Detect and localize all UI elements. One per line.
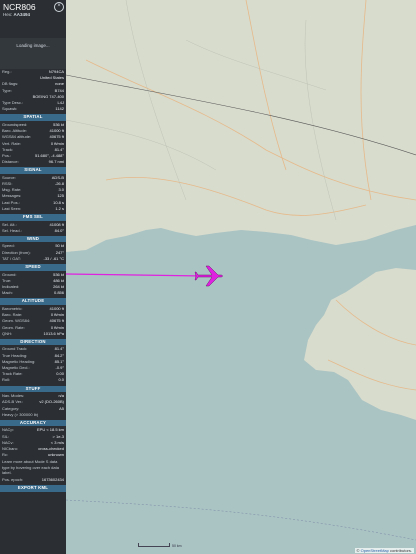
section-header-fms-sel[interactable]: FMS SEL <box>0 214 66 221</box>
map-attribution: © OpenStreetMap contributors. <box>354 548 414 553</box>
section-header-stuff[interactable]: STUFF <box>0 385 66 393</box>
detail-value: 1.2 s <box>55 205 64 211</box>
section-header-signal[interactable]: SIGNAL <box>0 167 66 174</box>
pos-epoch-label: Pos. epoch: <box>2 476 24 482</box>
section-header-altitude[interactable]: ALTITUDE <box>0 298 66 305</box>
detail-label: QNH: <box>2 330 12 336</box>
hex-line: Hex: AA3494 <box>3 12 63 17</box>
panel-header: NCR806 Hex: AA3494 × <box>0 0 66 38</box>
detail-label: Mach: <box>2 290 13 296</box>
detail-value: A5 <box>59 405 64 411</box>
scale-label: 50 km <box>172 544 182 548</box>
map-canvas[interactable] <box>65 0 416 554</box>
attribution-suffix: contributors. <box>389 548 412 553</box>
detail-label: Heavy (> 300000 lb) <box>2 411 39 417</box>
pos-epoch-value: 1673602434 <box>41 476 64 482</box>
info-block: Reg.: N794CA United States DB flags: none Typ… <box>0 69 66 112</box>
close-icon[interactable]: × <box>54 2 64 12</box>
details-sections: SPATIAL Groundspeed: 536 kt Baro. Altitude:… <box>0 114 66 458</box>
detail-label: Rc: <box>2 452 8 458</box>
help-note: Learn more about Mode S data type by hov… <box>2 459 59 476</box>
detail-value: 84.0° <box>54 227 64 233</box>
detail-row: TAT / OAT: -33 / -61 °C <box>0 256 66 262</box>
section-header-speed[interactable]: SPEED <box>0 264 66 271</box>
detail-label: Distance: <box>2 159 19 165</box>
detail-row: Distance: 96.7 nmi <box>0 159 66 165</box>
detail-label: Type: <box>2 87 12 93</box>
detail-label: TAT / OAT: <box>2 255 21 261</box>
detail-value: 0.0 <box>58 377 64 383</box>
scale-bar-line <box>138 543 170 547</box>
detail-label: Roll: <box>2 377 11 383</box>
detail-value: 1013.6 hPa <box>43 330 64 336</box>
attribution-prefix: © <box>356 548 360 553</box>
scale-bar: 50 km <box>138 543 182 548</box>
export-kml-button[interactable]: EXPORT KML <box>0 485 66 492</box>
detail-label: Sel. Head.: <box>2 227 22 233</box>
osm-link[interactable]: OpenStreetMap <box>361 548 389 553</box>
hex-code: AA3494 <box>13 12 31 17</box>
aircraft-info-panel: NCR806 Hex: AA3494 × Loading image... Re… <box>0 0 66 554</box>
detail-value: -33 / -61 °C <box>43 255 65 261</box>
detail-row: Squawk: 1142 <box>0 106 66 112</box>
detail-label: Reg.: <box>2 69 12 74</box>
detail-row: Mach: 0.856 <box>0 290 66 296</box>
section-header-spatial[interactable]: SPATIAL <box>0 114 66 121</box>
detail-value: 96.7 nmi <box>48 159 64 165</box>
detail-row: Roll: 0.0 <box>0 377 66 383</box>
detail-value: 1142 <box>55 106 64 112</box>
detail-row: Sel. Head.: 84.0° <box>0 228 66 234</box>
detail-label: Last Seen: <box>2 205 22 211</box>
detail-row: QNH: 1013.6 hPa <box>0 331 66 337</box>
section-header-accuracy[interactable]: ACCURACY <box>0 419 66 427</box>
detail-value: 0.856 <box>53 290 64 296</box>
pos-epoch-row: Pos. epoch: 1673602434 <box>0 477 66 483</box>
detail-label: Squawk: <box>2 106 18 112</box>
detail-row: Heavy (> 300000 lb) <box>0 412 66 418</box>
section-header-direction[interactable]: DIRECTION <box>0 338 66 346</box>
detail-row: Last Seen: 1.2 s <box>0 206 66 212</box>
section-header-wind[interactable]: WIND <box>0 235 66 243</box>
detail-value: unknown <box>47 452 64 458</box>
photo-placeholder: Loading image... <box>0 38 66 69</box>
hex-label: Hex: <box>3 12 13 17</box>
map-view[interactable]: 50 km © OpenStreetMap contributors. <box>65 0 416 554</box>
